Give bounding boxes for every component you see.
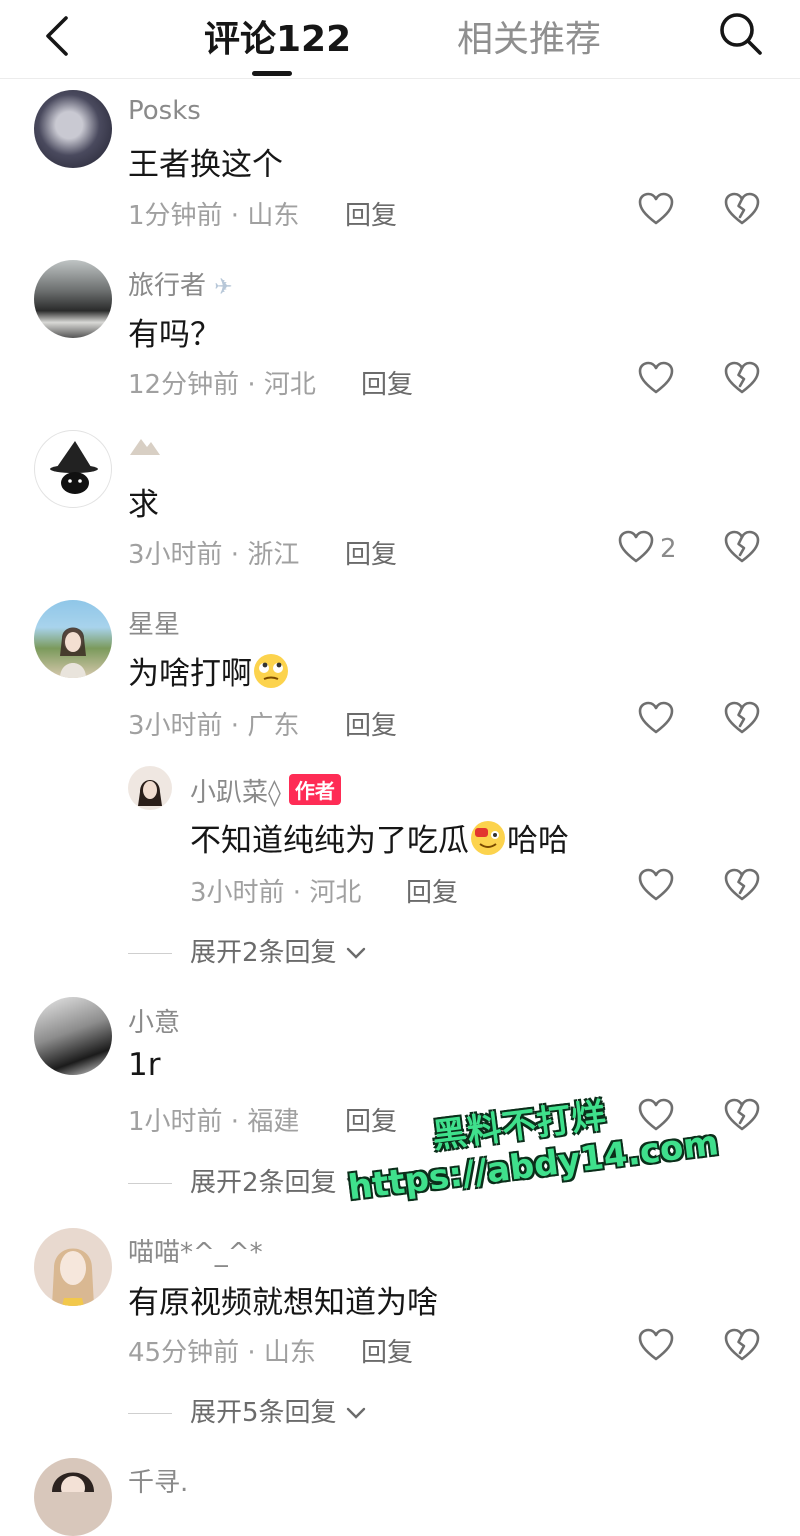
avatar[interactable] <box>34 1228 112 1306</box>
comment-text: 1r <box>128 1047 161 1083</box>
person-silhouette-icon <box>52 1472 94 1500</box>
comment-meta: 1小时前 · 福建 <box>128 1107 300 1137</box>
expand-replies-button[interactable]: 展开5条回复 <box>128 1392 367 1429</box>
avatar[interactable] <box>34 90 112 168</box>
tab-comments[interactable]: 评论122 <box>204 10 351 62</box>
reply-button[interactable]: 回复 <box>361 364 413 401</box>
reply-text: 不知道纯纯为了吃瓜 哈哈 <box>190 815 569 860</box>
eye-roll-emoji-icon <box>254 654 288 688</box>
heart-icon[interactable] <box>636 358 676 398</box>
comment-username[interactable] <box>128 433 162 464</box>
heart-icon[interactable] <box>636 189 676 229</box>
broken-heart-icon[interactable] <box>722 698 762 738</box>
comment-meta: 1分钟前 · 山东 <box>128 201 300 231</box>
comment-username[interactable]: 小意 <box>128 1002 180 1039</box>
person-silhouette-icon <box>138 780 162 806</box>
comment-username[interactable]: Posks <box>128 96 201 126</box>
avatar[interactable] <box>34 260 112 338</box>
reply-meta: 3小时前 · 河北 <box>190 878 362 908</box>
comment-text: 有原视频就想知道为啥 <box>128 1285 438 1321</box>
tab-active-indicator <box>252 71 292 76</box>
person-silhouette-icon <box>52 1248 94 1306</box>
like-count: 2 <box>660 534 677 564</box>
reply-button[interactable]: 回复 <box>345 195 397 232</box>
author-badge: 作者 <box>288 774 341 805</box>
broken-heart-icon[interactable] <box>722 189 762 229</box>
mountain-icon <box>130 439 160 455</box>
grinning-emoji-icon <box>471 821 505 855</box>
reply-button[interactable]: 回复 <box>361 1332 413 1369</box>
chevron-down-icon <box>346 1407 366 1419</box>
reply-button[interactable]: 回复 <box>345 705 397 742</box>
heart-icon[interactable] <box>636 865 676 905</box>
divider <box>128 1413 172 1414</box>
broken-heart-icon[interactable] <box>722 527 762 567</box>
comment-text: 有吗？ <box>128 317 221 353</box>
heart-icon[interactable] <box>636 1325 676 1365</box>
watermark: 黑料不打烊 https://abdy14.com <box>340 1075 721 1209</box>
comment-username[interactable]: 星星 <box>128 604 180 641</box>
person-silhouette-icon <box>60 627 86 678</box>
comment-username[interactable]: 旅行者 ✈ <box>128 265 233 302</box>
avatar[interactable] <box>34 1458 112 1536</box>
broken-heart-icon[interactable] <box>722 1325 762 1365</box>
reply-button[interactable]: 回复 <box>345 534 397 571</box>
comment-username[interactable]: 喵喵*^_^* <box>128 1232 263 1269</box>
avatar[interactable] <box>128 766 172 810</box>
search-icon[interactable] <box>712 6 768 62</box>
witch-cat-icon <box>50 441 98 494</box>
expand-replies-button[interactable]: 展开2条回复 <box>128 932 367 969</box>
avatar[interactable] <box>34 600 112 678</box>
airplane-icon: ✈ <box>214 275 233 300</box>
heart-icon[interactable] <box>616 527 656 567</box>
comment-meta: 3小时前 · 浙江 <box>128 540 300 570</box>
chevron-down-icon <box>346 947 366 959</box>
reply-button[interactable]: 回复 <box>406 872 458 909</box>
comment-text: 王者换这个 <box>128 147 283 183</box>
broken-heart-icon[interactable] <box>722 1095 762 1135</box>
divider <box>128 1183 172 1184</box>
comment-meta: 12分钟前 · 河北 <box>128 370 316 400</box>
heart-icon[interactable] <box>636 698 676 738</box>
tab-related[interactable]: 相关推荐 <box>457 10 601 62</box>
back-arrow-icon[interactable] <box>30 8 86 64</box>
broken-heart-icon[interactable] <box>722 865 762 905</box>
comment-meta: 45分钟前 · 山东 <box>128 1338 316 1368</box>
avatar[interactable] <box>34 430 112 508</box>
broken-heart-icon[interactable] <box>722 358 762 398</box>
top-bar: 评论122 相关推荐 <box>0 0 800 79</box>
comment-meta: 3小时前 · 广东 <box>128 711 300 741</box>
expand-replies-button[interactable]: 展开2条回复 <box>128 1162 367 1199</box>
reply-username[interactable]: 小趴菜◊ 作者 <box>190 772 341 809</box>
comment-username[interactable]: 千寻. <box>128 1462 188 1499</box>
comment-text: 求 <box>128 487 159 523</box>
comment-text: 为啥打啊 <box>128 648 290 693</box>
divider <box>128 953 172 954</box>
avatar[interactable] <box>34 997 112 1075</box>
